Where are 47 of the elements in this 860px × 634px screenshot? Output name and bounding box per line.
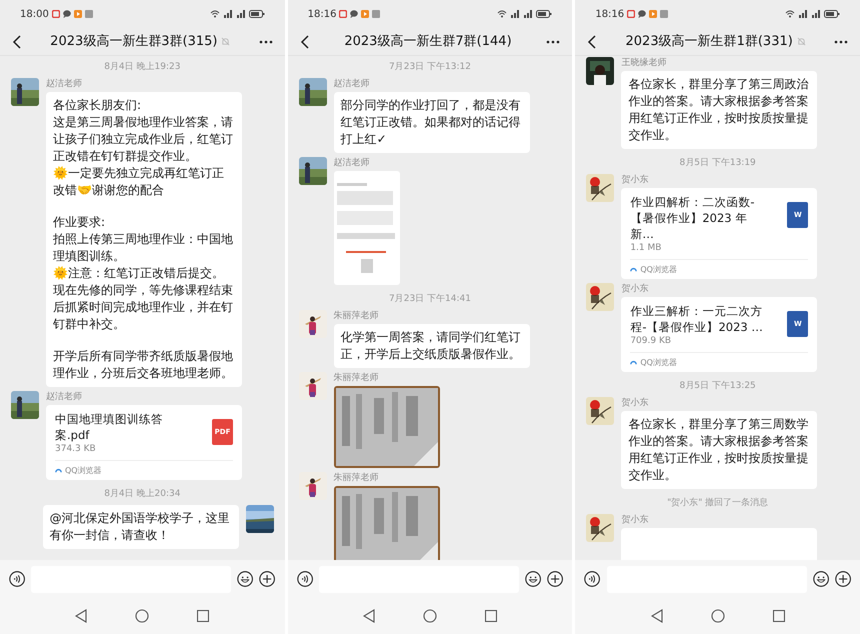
sender-name: 贺小东 [621,174,650,186]
chat-title: 2023级高一新生群1群(331) [626,32,793,51]
message-text: @河北保定外国语学校学子，这里有你一封信，请查收！ [50,510,231,544]
file-size: 709.9 KB [630,335,672,347]
sender-name: 朱丽萍老师 [334,472,380,484]
sender-name: 王晓缘老师 [621,57,668,69]
chat-title: 2023级高一新生群7群(144) [344,32,512,51]
status-time: 18:16 [595,8,624,22]
timestamp: 7月23日 下午14:41 [389,294,471,305]
sender-name: 贺小东 [621,514,650,526]
source-app: QQ浏览器 [640,264,677,275]
source-app: QQ浏览器 [65,465,102,476]
sender-name: 赵洁老师 [334,78,371,90]
message-text: 拍照上传第三周地理作业：中国地理填图训练。 [53,231,234,265]
sender-name: 贺小东 [621,283,650,295]
timestamp: 8月5日 下午13:19 [680,158,756,169]
sender-name: 朱丽萍老师 [334,372,380,384]
file-name: 中国地理填图训练答案.pdf [55,411,164,443]
timestamp: 7月23日 下午13:12 [389,62,471,73]
timestamp: 8月4日 晚上20:34 [104,489,180,500]
file-size: 374.3 KB [55,443,97,455]
sender-name: 贺小东 [621,397,650,409]
timestamp: 8月4日 晚上19:23 [104,62,180,73]
status-time: 18:16 [308,8,336,22]
message-text: 各位家长朋友们: [53,97,142,114]
message-text: 现在先修的同学，等先修课程结束后抓紧时间完成地理作业，并在钉钉群中补交。 [53,282,234,333]
message-text: 各位家长，群里分享了第三周数学作业的答案。请大家根据参考答案用红笔订正作业，按时按质按量提交作业。 [628,416,810,484]
sender-name: 赵洁老师 [334,157,371,169]
status-time: 18:00 [20,8,49,22]
message-text: 🌞一定要先独立完成再红笔订正改错🤝谢谢您的配合 [53,165,225,199]
file-name: 作业三解析：一元二次方程-【暑假作业】2023 … [630,303,764,335]
message-text: 🌞注意：红笔订正改错后提交。 [53,265,225,282]
sender-name: 赵洁老师 [46,78,83,90]
timestamp: 8月5日 下午13:25 [680,381,756,392]
recall-notice: "贺小东" 撤回了一条消息 [667,498,768,509]
sender-name: 赵洁老师 [46,391,83,403]
sender-name: 朱丽萍老师 [334,310,380,322]
message-text: 这是第三周暑假地理作业答案，请让孩子们独立完成作业后，红笔订正改错在钉钉群提交作业。 [53,114,234,165]
source-app: QQ浏览器 [640,357,677,368]
chat-title: 2023级高一新生群3群(315) [50,32,218,51]
file-name: 作业四解析：二次函数-【暑假作业】2023 年新… [630,194,756,242]
message-text: 作业要求: [53,214,106,231]
message-text: 各位家长，群里分享了第三周政治作业的答案。请大家根据参考答案用红笔订正作业，按时按质按量提交作业。 [628,76,810,144]
message-text: 部分同学的作业打回了，都是没有红笔订正改错。如果都对的话记得打上红✓ [340,97,522,148]
message-text: 化学第一周答案，请同学们红笔订正，开学后上交纸质版暑假作业。 [340,329,522,363]
message-text: 开学后所有同学带齐纸质版暑假地理作业，分班后交各班地理老师。 [53,348,234,382]
file-size: 1.1 MB [630,242,662,254]
